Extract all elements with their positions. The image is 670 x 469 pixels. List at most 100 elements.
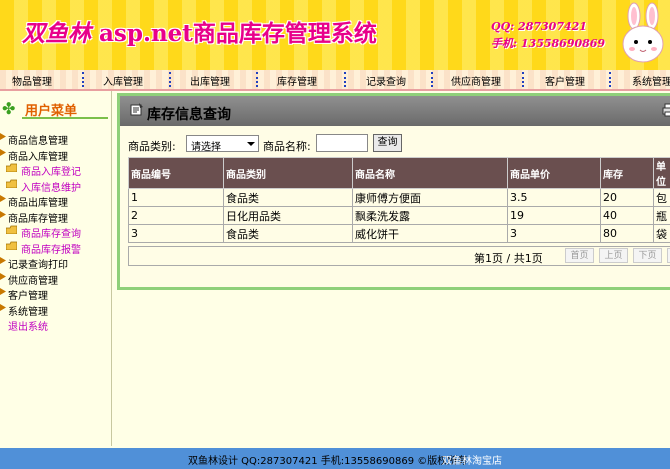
sidebar-item-label: 客户管理 [8,291,48,302]
table-cell: 80 [600,224,654,243]
column-header: 商品单价 [507,157,601,189]
sidebar-item[interactable]: 商品入库管理 [0,147,111,163]
table-cell: 20 [600,188,654,207]
table-cell: 日化用品类 [223,206,353,225]
nav-item-customers[interactable]: 客户管理 [545,73,585,88]
footer-copyright: 双鱼林设计 QQ:287307421 手机:13558690869 ©版权所有 [188,456,468,467]
sidebar-item[interactable]: 商品入库登记 [0,162,111,178]
column-header: 单位 [653,157,670,189]
chevron-down-icon [247,142,255,146]
prev-page-button[interactable]: 上页 [599,248,628,263]
sidebar-item-label: 入库信息维护 [21,182,81,194]
nav-separator [169,72,173,87]
top-nav: 物品管理 入库管理 出库管理 库存管理 记录查询 供应商管理 客户管理 系统管理 [0,70,670,91]
category-select-value: 请选择 [191,142,221,153]
sidebar-item[interactable]: 入库信息维护 [0,178,111,194]
table-cell: 食品类 [223,224,353,243]
main-panel: 库存信息查询 商品类别: 请选择 商品名称: 查询 商品编号 商品类别 商品名称 [117,93,670,290]
table-cell: 威化饼干 [352,224,508,243]
sidebar-item-label: 商品库存报警 [21,244,81,256]
folder-icon [6,241,17,250]
panel-title: 库存信息查询 [147,107,231,123]
pagination-bar: 第1页 / 共1页 首页 上页 下页 尾页 [128,246,670,266]
table-cell: 40 [600,206,654,225]
sidebar-item-label: 商品出库管理 [8,198,68,209]
nav-separator [82,72,86,87]
table-cell: 19 [507,206,601,225]
table-header-row: 商品编号 商品类别 商品名称 商品单价 库存 单位 [128,157,670,189]
document-icon [130,103,143,116]
name-input[interactable] [316,134,368,152]
nav-separator [256,72,260,87]
nav-separator [609,72,613,87]
sidebar-item[interactable]: 商品库存管理 [0,209,111,225]
sidebar-item-label: 商品库存查询 [21,229,81,240]
panel-body: 商品类别: 请选择 商品名称: 查询 商品编号 商品类别 商品名称 商品单价 库… [120,126,670,287]
folder-icon [6,163,17,172]
clover-icon: ✤ [2,99,16,118]
table-row: 3 食品类 威化饼干 3 80 袋 [128,224,670,243]
nav-item-suppliers[interactable]: 供应商管理 [451,73,501,88]
app-logo-text: 双鱼林 [22,20,91,47]
sidebar-item-label: 退出系统 [8,322,48,333]
table-cell: 3.5 [507,188,601,207]
nav-item-stock-out[interactable]: 出库管理 [190,73,230,88]
sidebar: ✤ 用户菜单 商品信息管理 商品入库管理 商品入库登记 入库信息维护 商品出库管理 商品库… [0,91,112,446]
nav-separator [344,72,348,87]
sidebar-menu: 商品信息管理 商品入库管理商品入库登记 入库信息维护商品出库管理 商品库存管理商品库存… [0,131,111,333]
nav-item-records[interactable]: 记录查询 [366,73,406,88]
print-icon[interactable] [661,103,670,117]
table-cell: 包 [653,188,670,207]
sidebar-item-label: 商品库存管理 [8,213,68,225]
folder-icon [6,179,17,188]
sidebar-item-label: 商品入库登记 [21,167,81,178]
sidebar-item[interactable]: 退出系统 [0,317,111,333]
contact-phone: 手机: 13558690869 [491,37,606,50]
next-page-button[interactable]: 下页 [633,248,662,263]
sidebar-item[interactable]: 商品信息管理 [0,131,111,147]
folder-icon [6,225,17,234]
sidebar-item-label: 供应商管理 [8,275,58,287]
blank-icon [0,319,6,326]
page-status: 第1页 / 共1页 [474,252,543,265]
nav-item-stock-in[interactable]: 入库管理 [103,73,143,88]
nav-item-inventory[interactable]: 库存管理 [277,73,317,88]
app-title: 双鱼林 asp.net商品库存管理系统 [22,14,377,48]
table-cell: 康师傅方便面 [352,188,508,207]
bunny-mascot-icon [622,2,664,63]
first-page-button[interactable]: 首页 [565,248,594,263]
sidebar-item[interactable]: 记录查询打印 [0,255,111,271]
arrow-right-icon [0,133,6,140]
column-header: 库存 [600,157,654,189]
nav-item-system[interactable]: 系统管理 [632,73,670,88]
column-header: 商品类别 [223,157,353,189]
sidebar-item[interactable]: 商品库存查询 [0,224,111,240]
arrow-right-icon [0,288,6,295]
header-banner: 双鱼林 asp.net商品库存管理系统 QQ: 287307421 手机: 13… [0,0,670,71]
sidebar-item[interactable]: 供应商管理 [0,271,111,287]
table-cell: 袋 [653,224,670,243]
sidebar-item[interactable]: 系统管理 [0,302,111,318]
table-row: 2 日化用品类 飘柔洗发露 19 40 瓶 [128,206,670,225]
nav-separator [522,72,526,87]
arrow-right-icon [0,210,6,218]
table-cell: 瓶 [653,206,670,225]
name-label: 商品名称: [263,140,311,153]
nav-separator [431,72,435,87]
table-cell: 2 [128,206,224,225]
app-title-text: asp.net商品库存管理系统 [99,20,377,47]
query-button[interactable]: 查询 [373,134,402,152]
category-select[interactable]: 请选择 [186,135,259,153]
sidebar-item-label: 商品信息管理 [8,136,68,147]
table-cell: 食品类 [223,188,353,207]
arrow-right-icon [0,148,6,156]
column-header: 商品名称 [352,157,508,189]
sidebar-item-label: 系统管理 [8,306,48,318]
table-cell: 飘柔洗发露 [352,206,508,225]
sidebar-item[interactable]: 商品库存报警 [0,240,111,256]
sidebar-item[interactable]: 客户管理 [0,286,111,302]
sidebar-item[interactable]: 商品出库管理 [0,193,111,209]
sidebar-header: ✤ 用户菜单 [0,97,111,119]
shop-link[interactable]: 双鱼林淘宝店 [442,452,502,467]
nav-item-goods[interactable]: 物品管理 [12,73,52,88]
